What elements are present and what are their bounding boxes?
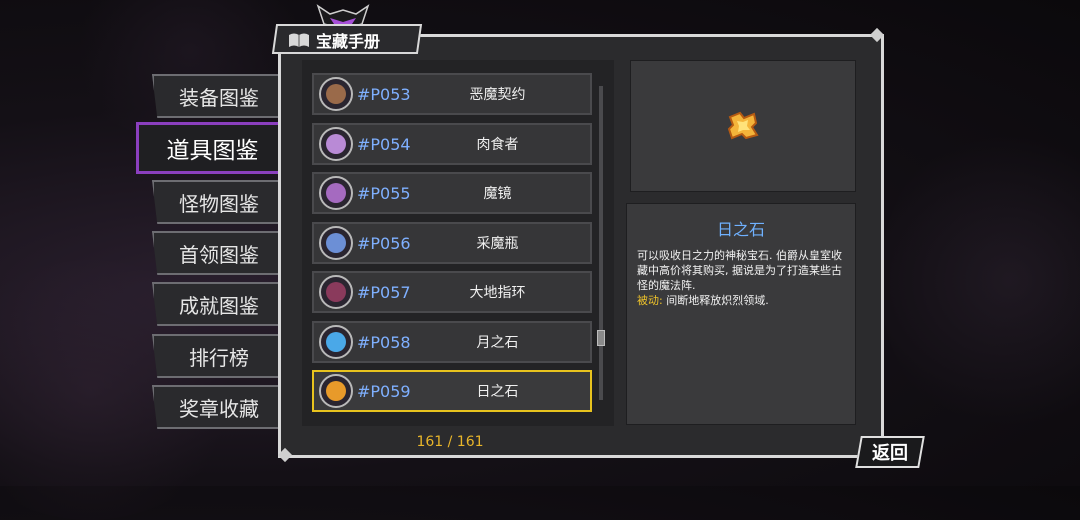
sun-stone-icon [727, 111, 759, 140]
item-name: 魔镜 [483, 186, 512, 202]
list-item[interactable]: #P056 采魔瓶 [312, 222, 592, 264]
list-item[interactable]: #P055 魔镜 [312, 172, 592, 214]
item-id: #P057 [357, 282, 411, 302]
back-button-label: 返回 [872, 443, 908, 464]
mirror-icon [319, 176, 353, 210]
book-icon [289, 33, 309, 47]
tab-leaderboard[interactable]: 排行榜 [152, 334, 284, 378]
item-id: #P058 [357, 332, 411, 352]
list-item[interactable]: #P054 肉食者 [312, 123, 592, 165]
item-id: #P054 [357, 134, 411, 154]
bottle-icon [319, 226, 353, 260]
tab-item-codex[interactable]: 道具图鉴 [136, 122, 286, 174]
scrollbar-thumb[interactable] [597, 330, 605, 346]
item-description-panel: 日之石 可以吸收日之力的神秘宝石. 伯爵从皇室收藏中高价将其购买, 据说是为了打… [626, 203, 856, 425]
sun-stone-icon [319, 374, 353, 408]
item-id: #P056 [357, 233, 411, 253]
item-detail-title: 日之石 [716, 220, 765, 239]
passive-tag: 被动: [637, 294, 663, 307]
list-item[interactable]: #P059 日之石 [312, 370, 592, 412]
item-name: 日之石 [476, 384, 519, 400]
page-title: 宝藏手册 [282, 27, 424, 53]
item-id: #P053 [357, 84, 411, 104]
list-item[interactable]: #P057 大地指环 [312, 271, 592, 313]
tab-label: 装备图鉴 [179, 85, 259, 110]
tab-equipment-codex[interactable]: 装备图鉴 [152, 74, 284, 118]
tab-boss-codex[interactable]: 首领图鉴 [152, 231, 284, 275]
tab-monster-codex[interactable]: 怪物图鉴 [152, 180, 284, 224]
moon-icon [319, 325, 353, 359]
item-name: 恶魔契约 [469, 87, 526, 103]
ring-icon [319, 275, 353, 309]
item-id: #P055 [357, 183, 411, 203]
item-detail-description: 可以吸收日之力的神秘宝石. 伯爵从皇室收藏中高价将其购买, 据说是为了打造某些古… [637, 249, 842, 292]
list-item[interactable]: #P053 恶魔契约 [312, 73, 592, 115]
item-name: 采魔瓶 [476, 236, 519, 252]
tab-medal-collection[interactable]: 奖章收藏 [152, 385, 284, 429]
tab-label: 首领图鉴 [179, 242, 259, 267]
item-name: 大地指环 [469, 285, 526, 301]
tab-achievement-codex[interactable]: 成就图鉴 [152, 282, 284, 326]
serpent-icon [319, 127, 353, 161]
list-item[interactable]: #P058 月之石 [312, 321, 592, 363]
tab-label: 排行榜 [189, 345, 249, 370]
item-id: #P059 [357, 381, 411, 401]
tab-label: 成就图鉴 [179, 293, 259, 318]
passive-text: 间断地释放炽烈领域. [662, 294, 769, 307]
item-name: 肉食者 [476, 137, 519, 153]
background-swirl [880, 120, 1080, 440]
item-name: 月之石 [476, 335, 519, 351]
tab-label: 道具图鉴 [166, 138, 259, 164]
title-text: 宝藏手册 [316, 32, 381, 51]
back-button[interactable]: 返回 [855, 436, 925, 468]
scroll-icon [319, 77, 353, 111]
tab-label: 怪物图鉴 [179, 191, 259, 216]
item-counter: 161 / 161 [416, 434, 484, 450]
item-detail-passive: 被动: 间断地释放炽烈领域. [637, 293, 845, 308]
tab-label: 奖章收藏 [179, 396, 259, 421]
item-preview [630, 60, 856, 192]
scrollbar-track[interactable] [599, 86, 603, 400]
